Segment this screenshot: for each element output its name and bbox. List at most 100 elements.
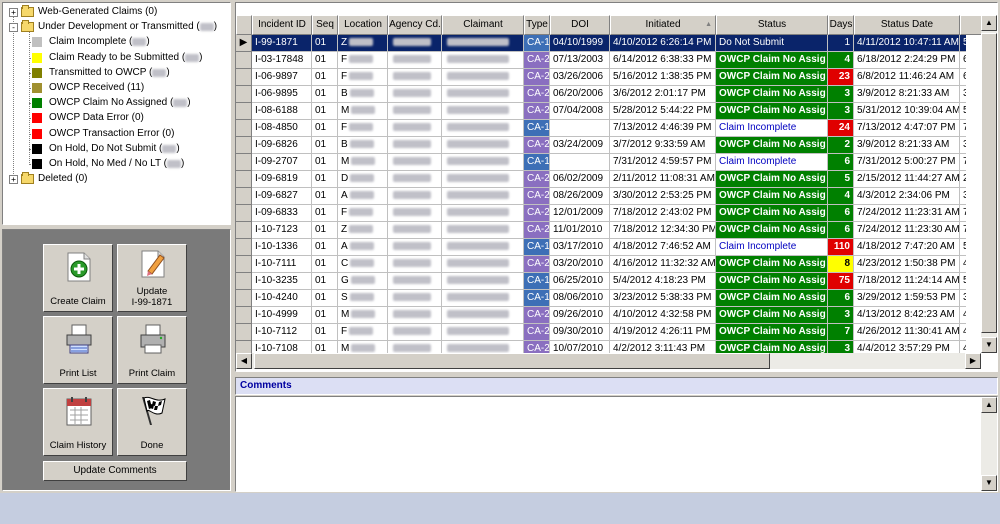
table-row[interactable]: I-10-1336 01 A CA-1 03/17/2010 4/18/2012 7:46… [236, 239, 966, 256]
column-header[interactable]: Status Date [854, 15, 960, 35]
column-header[interactable]: Initiated ▲ [610, 15, 716, 35]
done-button[interactable]: Done [117, 388, 187, 456]
create-claim-button[interactable]: Create Claim [43, 244, 113, 312]
status-cell: OWCP Claim No Assig [716, 137, 828, 154]
row-selector: ▶ [236, 35, 252, 52]
column-header[interactable]: Incident ID [252, 15, 312, 35]
tree-node[interactable]: Claim Incomplete () [32, 35, 150, 49]
table-row[interactable]: I-09-6827 01 A CA-2 08/26/2009 3/30/2012 2:53… [236, 188, 966, 205]
scroll-down-icon[interactable]: ▼ [981, 337, 997, 353]
tree-node[interactable]: OWCP Received (11) [32, 81, 144, 95]
doi-cell: 08/26/2009 [550, 188, 610, 205]
table-row[interactable]: I-10-3235 01 G CA-1 06/25/2010 5/4/2012 4:18:… [236, 273, 966, 290]
table-row[interactable]: I-10-7112 01 F CA-2 09/30/2010 4/19/2012 4:26… [236, 324, 966, 341]
update-comments-button[interactable]: Update Comments [43, 461, 187, 481]
grid-vertical-scrollbar[interactable]: ▲ ▼ [981, 15, 997, 353]
agency-code-cell [388, 171, 442, 188]
table-row[interactable]: I-03-17848 01 F CA-2 07/13/2003 6/14/2012 6:3… [236, 52, 966, 69]
scroll-right-icon[interactable]: ▶ [965, 353, 981, 369]
agency-code-cell [388, 52, 442, 69]
seq-cell: 01 [312, 120, 338, 137]
column-header[interactable]: Claimant [442, 15, 524, 35]
location-cell: M [338, 103, 388, 120]
update-claim-button[interactable]: Update I-99-1871 [117, 244, 187, 312]
table-row[interactable]: ▶ I-99-1871 01 Z CA-1 04/10/1999 4/10/2012 6:2… [236, 35, 966, 52]
claims-grid[interactable]: Incident ID Seq Location Agency Cd. Claimant… [235, 2, 998, 372]
tree-node[interactable]: - Under Development or Transmitted () [9, 20, 217, 34]
comments-textarea[interactable]: ▲ ▼ [235, 396, 998, 492]
tree-node[interactable]: + Web-Generated Claims (0) [9, 5, 157, 19]
status-date-cell: 4/4/2012 3:57:29 PM [854, 341, 960, 353]
column-header[interactable]: Location [338, 15, 388, 35]
comments-scroll-down-icon[interactable]: ▼ [981, 475, 997, 491]
scroll-left-icon[interactable]: ◀ [236, 353, 252, 369]
status-cell: OWCP Claim No Assig [716, 273, 828, 290]
doi-cell: 04/10/1999 [550, 35, 610, 52]
row-selector [236, 256, 252, 273]
status-tree[interactable]: + Web-Generated Claims (0) - Under Developm… [2, 2, 231, 225]
comments-scrollbar[interactable]: ▲ ▼ [981, 397, 997, 491]
extra-date-cell: 4/1 [960, 307, 966, 324]
column-header[interactable]: Type [524, 15, 550, 35]
tree-node[interactable]: + Deleted (0) [9, 172, 87, 186]
table-row[interactable]: I-09-6826 01 B CA-2 03/24/2009 3/7/2012 9:33:… [236, 137, 966, 154]
claimant-cell [442, 273, 524, 290]
claim-history-button[interactable]: Claim History [43, 388, 113, 456]
days-cell: 3 [828, 103, 854, 120]
table-row[interactable]: I-08-4850 01 F CA-1 7/13/2012 4:46:39 PM Clai… [236, 120, 966, 137]
tree-node[interactable]: On Hold, No Med / No LT () [32, 157, 184, 171]
seq-cell: 01 [312, 35, 338, 52]
table-row[interactable]: I-10-4999 01 M CA-2 09/26/2010 4/10/2012 4:32… [236, 307, 966, 324]
tree-node[interactable]: OWCP Claim No Assigned () [32, 96, 191, 110]
grid-vertical-thumb[interactable] [981, 33, 997, 333]
table-row[interactable]: I-06-9897 01 F CA-2 03/26/2006 5/16/2012 1:38… [236, 69, 966, 86]
table-row[interactable]: I-09-6819 01 D CA-2 06/02/2009 2/11/2012 11:0… [236, 171, 966, 188]
seq-cell: 01 [312, 154, 338, 171]
type-cell: CA-1 [524, 239, 550, 256]
table-row[interactable]: I-10-7123 01 Z CA-2 11/01/2010 7/18/2012 12:3… [236, 222, 966, 239]
incident-id-cell: I-03-17848 [252, 52, 312, 69]
grid-horizontal-scrollbar[interactable]: ◀ ▶ [236, 353, 981, 369]
column-header[interactable]: Days [828, 15, 854, 35]
status-date-cell: 4/23/2012 1:50:38 PM [854, 256, 960, 273]
print-claim-button[interactable]: Print Claim [117, 316, 187, 384]
table-row[interactable]: I-10-7108 01 M CA-2 10/07/2010 4/2/2012 3:11:… [236, 341, 966, 353]
expand-icon[interactable]: + [9, 174, 18, 184]
print-list-button[interactable]: Print List [43, 316, 113, 384]
location-cell: F [338, 69, 388, 86]
extra-date-cell: 7/3 [960, 154, 966, 171]
column-header[interactable]: Status [716, 15, 828, 35]
column-header[interactable]: Seq [312, 15, 338, 35]
tree-node[interactable]: Claim Ready to be Submitted () [32, 51, 203, 65]
grid-horizontal-thumb[interactable] [254, 353, 770, 369]
claimant-cell [442, 35, 524, 52]
type-cell: CA-2 [524, 86, 550, 103]
claimant-cell [442, 290, 524, 307]
table-row[interactable]: I-10-7111 01 C CA-2 03/20/2010 4/16/2012 11:3… [236, 256, 966, 273]
redacted-value [447, 225, 509, 234]
column-header[interactable]: DOI [550, 15, 610, 35]
table-row[interactable]: I-09-2707 01 M CA-1 7/31/2012 4:59:57 PM Clai… [236, 154, 966, 171]
table-row[interactable]: I-08-6188 01 M CA-2 07/04/2008 5/28/2012 5:44… [236, 103, 966, 120]
collapse-icon[interactable]: - [9, 22, 18, 32]
table-row[interactable]: I-09-6833 01 F CA-2 12/01/2009 7/18/2012 2:43… [236, 205, 966, 222]
expand-icon[interactable]: + [9, 7, 18, 17]
incident-id-cell: I-10-7112 [252, 324, 312, 341]
column-header[interactable]: Agency Cd. [388, 15, 442, 35]
incident-id-cell: I-08-4850 [252, 120, 312, 137]
scroll-up-icon[interactable]: ▲ [981, 15, 997, 31]
table-row[interactable]: I-10-4240 01 S CA-1 08/06/2010 3/23/2012 5:38… [236, 290, 966, 307]
status-date-cell: 3/9/2012 8:21:33 AM [854, 137, 960, 154]
seq-cell: 01 [312, 69, 338, 86]
claimant-cell [442, 307, 524, 324]
column-header[interactable] [236, 15, 252, 35]
tree-node[interactable]: On Hold, Do Not Submit () [32, 142, 180, 156]
tree-node[interactable]: OWCP Transaction Error (0) [32, 127, 174, 141]
table-row[interactable]: I-06-9895 01 B CA-2 06/20/2006 3/6/2012 2:01:… [236, 86, 966, 103]
redacted-value [351, 157, 376, 166]
tree-node[interactable]: Transmitted to OWCP () [32, 66, 170, 80]
extra-date-cell: 7/1 [960, 222, 966, 239]
tree-node[interactable]: OWCP Data Error (0) [32, 111, 144, 125]
incident-id-cell: I-10-7111 [252, 256, 312, 273]
comments-scroll-up-icon[interactable]: ▲ [981, 397, 997, 413]
